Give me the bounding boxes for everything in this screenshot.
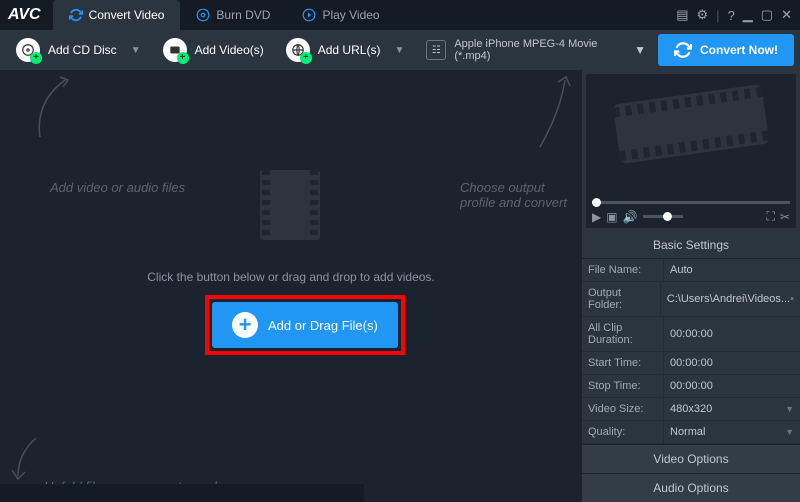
- window-controls: ▤ ⚙ | ? ▁ ▢ ✕: [676, 7, 792, 23]
- fullscreen-icon[interactable]: ⛶: [767, 209, 775, 224]
- video-add-icon: [163, 38, 187, 62]
- globe-add-icon: [286, 38, 310, 62]
- file-management-bar[interactable]: [0, 484, 364, 502]
- chevron-down-icon: ▼: [785, 404, 794, 414]
- cut-icon[interactable]: ✂: [780, 210, 790, 224]
- file-name-field[interactable]: Auto: [664, 259, 800, 281]
- profile-list-icon: ☷: [426, 40, 446, 60]
- close-icon[interactable]: ✕: [781, 7, 792, 23]
- minimize-icon[interactable]: ▁: [743, 7, 753, 23]
- side-panel: ▶ ▣ 🔊 ⛶ ✂ Basic Settings File Name: Auto…: [582, 70, 800, 502]
- maximize-icon[interactable]: ▢: [761, 7, 773, 23]
- button-label: Add URL(s): [318, 43, 381, 57]
- app-logo: AVC: [8, 6, 41, 24]
- hint-arrow-icon: [8, 434, 48, 484]
- help-icon[interactable]: ?: [728, 8, 735, 23]
- hint-choose-profile: Choose output profile and convert: [460, 180, 582, 210]
- main-tabs: Convert Video Burn DVD Play Video: [53, 0, 677, 30]
- volume-slider[interactable]: [643, 215, 683, 218]
- output-folder-field[interactable]: C:\Users\Andrei\Videos...▪: [661, 282, 800, 316]
- add-urls-button[interactable]: Add URL(s) ▼: [276, 34, 415, 66]
- play-button-icon[interactable]: ▶: [592, 210, 601, 224]
- browse-folder-icon[interactable]: ▪: [790, 293, 794, 305]
- seek-bar[interactable]: [592, 201, 790, 204]
- video-options-button[interactable]: Video Options: [582, 444, 800, 473]
- film-decoration-icon: [616, 94, 766, 174]
- tab-label: Burn DVD: [216, 8, 270, 22]
- hint-arrow-icon: [30, 72, 80, 142]
- add-button-highlight: + Add or Drag File(s): [205, 295, 405, 355]
- film-placeholder-icon: [260, 170, 320, 240]
- chevron-down-icon: ▼: [785, 427, 794, 437]
- chevron-down-icon: ▼: [131, 45, 141, 56]
- hint-add-files: Add video or audio files: [50, 180, 185, 195]
- refresh-icon: [69, 8, 83, 22]
- tab-label: Play Video: [322, 8, 379, 22]
- preferences-icon[interactable]: ▤: [676, 7, 688, 23]
- add-videos-button[interactable]: Add Video(s): [153, 34, 274, 66]
- gear-icon[interactable]: ⚙: [697, 7, 709, 23]
- titlebar: AVC Convert Video Burn DVD Play Video ▤ …: [0, 0, 800, 30]
- tab-burn-dvd[interactable]: Burn DVD: [180, 0, 286, 30]
- setting-file-name: File Name: Auto: [582, 259, 800, 282]
- setting-video-size: Video Size: 480x320▼: [582, 398, 800, 421]
- main-area: Add video or audio files Choose output p…: [0, 70, 800, 502]
- button-label: Add or Drag File(s): [268, 318, 378, 333]
- add-cd-disc-button[interactable]: Add CD Disc ▼: [6, 34, 151, 66]
- setting-output-folder: Output Folder: C:\Users\Andrei\Videos...…: [582, 282, 800, 317]
- convert-now-button[interactable]: Convert Now!: [658, 34, 794, 66]
- preview-controls: ▶ ▣ 🔊 ⛶ ✂: [592, 209, 790, 224]
- seek-handle[interactable]: [592, 198, 601, 207]
- play-icon: [302, 8, 316, 22]
- audio-options-button[interactable]: Audio Options: [582, 473, 800, 502]
- drop-instruction: Click the button below or drag and drop …: [0, 270, 582, 284]
- profile-label: Apple iPhone MPEG-4 Movie (*.mp4): [454, 38, 626, 62]
- video-size-select[interactable]: 480x320▼: [664, 398, 800, 420]
- setting-quality: Quality: Normal▼: [582, 421, 800, 444]
- chevron-down-icon: ▼: [634, 43, 646, 57]
- volume-icon[interactable]: 🔊: [623, 210, 638, 224]
- preview-pane: ▶ ▣ 🔊 ⛶ ✂: [586, 74, 796, 228]
- setting-start-time: Start Time: 00:00:00: [582, 352, 800, 375]
- tab-convert-video[interactable]: Convert Video: [53, 0, 181, 30]
- button-label: Add CD Disc: [48, 43, 117, 57]
- stop-time-field[interactable]: 00:00:00: [664, 375, 800, 397]
- toolbar: Add CD Disc ▼ Add Video(s) Add URL(s) ▼ …: [0, 30, 800, 70]
- disc-icon: [196, 8, 210, 22]
- quality-select[interactable]: Normal▼: [664, 421, 800, 443]
- disc-add-icon: [16, 38, 40, 62]
- settings-header: Basic Settings: [582, 232, 800, 259]
- tab-play-video[interactable]: Play Video: [286, 0, 395, 30]
- basic-settings: File Name: Auto Output Folder: C:\Users\…: [582, 259, 800, 444]
- hint-arrow-icon: [530, 72, 580, 152]
- add-or-drag-files-button[interactable]: + Add or Drag File(s): [212, 302, 398, 348]
- drop-zone[interactable]: Add video or audio files Choose output p…: [0, 70, 582, 502]
- convert-icon: [674, 41, 692, 59]
- plus-icon: +: [232, 312, 258, 338]
- button-label: Convert Now!: [700, 43, 778, 57]
- tab-label: Convert Video: [89, 8, 165, 22]
- button-label: Add Video(s): [195, 43, 264, 57]
- snapshot-icon[interactable]: ▣: [606, 210, 617, 224]
- start-time-field[interactable]: 00:00:00: [664, 352, 800, 374]
- setting-clip-duration: All Clip Duration: 00:00:00: [582, 317, 800, 352]
- setting-stop-time: Stop Time: 00:00:00: [582, 375, 800, 398]
- chevron-down-icon: ▼: [394, 45, 404, 56]
- output-profile-selector[interactable]: ☷ Apple iPhone MPEG-4 Movie (*.mp4) ▼: [416, 38, 656, 62]
